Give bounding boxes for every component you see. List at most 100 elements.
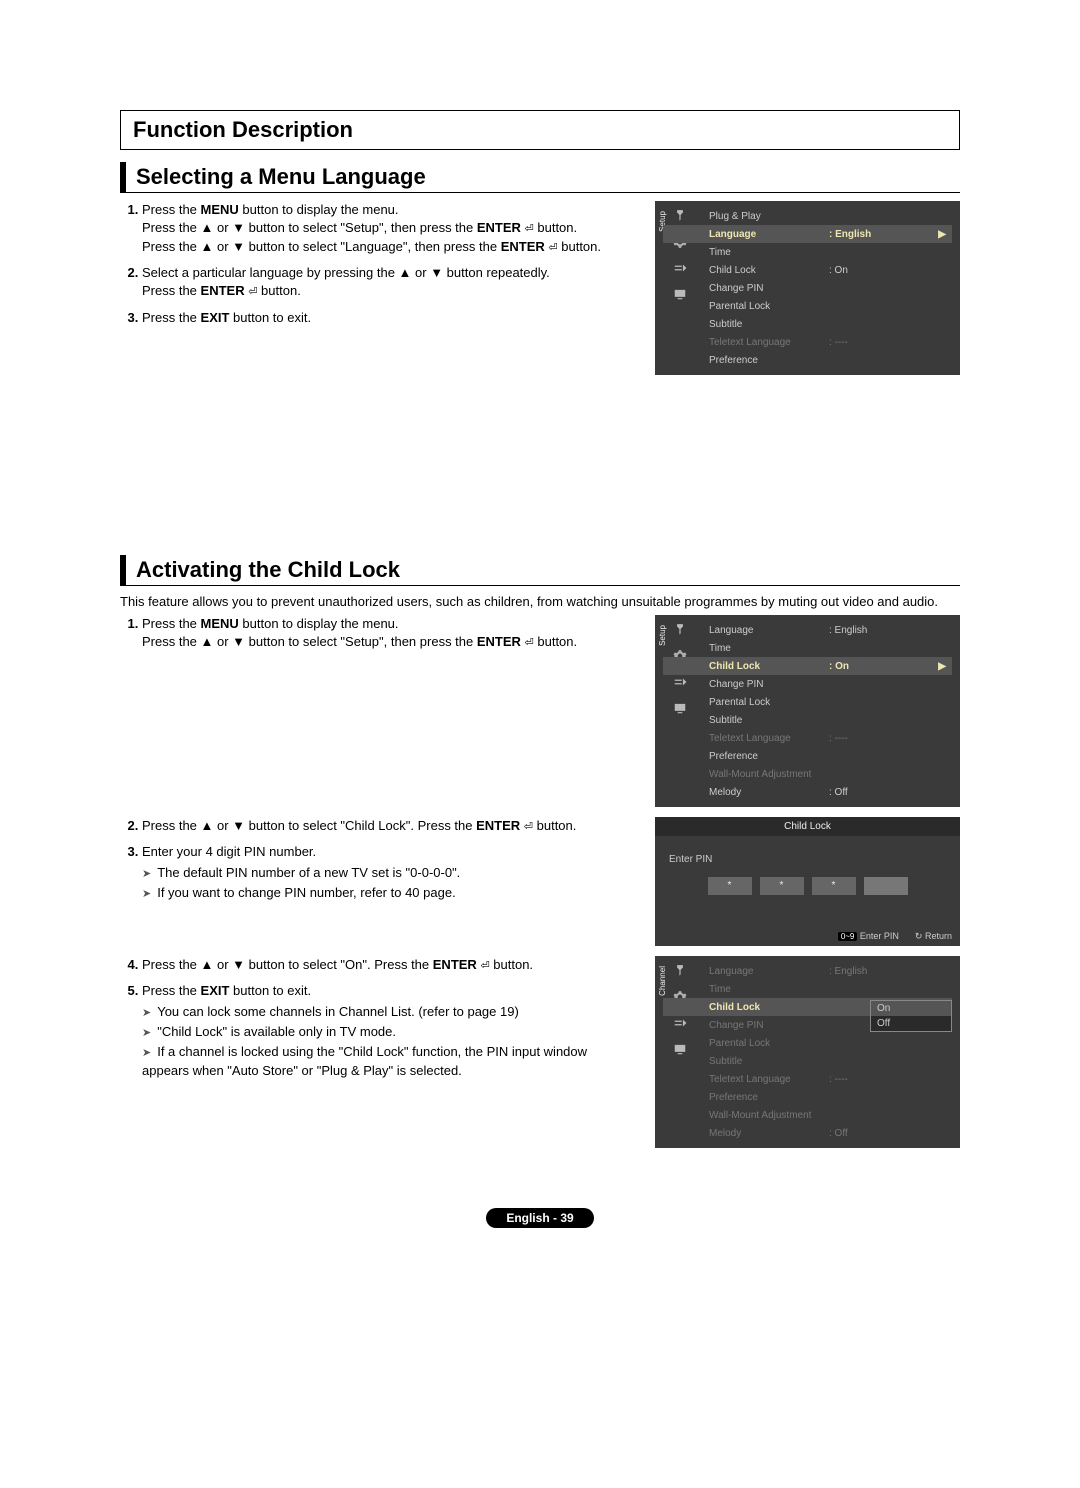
enter-icon: ⏎	[548, 242, 557, 254]
osd-row[interactable]: Change PIN	[663, 675, 952, 693]
pin-digit[interactable]: *	[812, 877, 856, 895]
osd-row-label: Language	[709, 625, 829, 636]
osd-row-label: Child Lock	[709, 1002, 829, 1013]
osd-row-label: Preference	[709, 355, 829, 366]
osd-row-value: : ----	[829, 1074, 848, 1085]
pin-enter-label: Enter PIN	[663, 852, 952, 867]
osd-row[interactable]: Preference	[663, 1088, 952, 1106]
osd-row-label: Teletext Language	[709, 733, 829, 744]
osd-row[interactable]: Language: English	[663, 621, 952, 639]
osd-row[interactable]: Child Lock: On	[663, 261, 952, 279]
enter-icon: ⏎	[525, 637, 534, 649]
osd-row[interactable]: Parental Lock	[663, 297, 952, 315]
osd-row-label: Change PIN	[709, 283, 829, 294]
osd-row-label: Preference	[709, 751, 829, 762]
osd-row-label: Child Lock	[709, 265, 829, 276]
osd-row-label: Time	[709, 247, 829, 258]
osd-row[interactable]: Parental Lock	[663, 1034, 952, 1052]
osd-row[interactable]: Subtitle	[663, 315, 952, 333]
osd-row-label: Subtitle	[709, 319, 829, 330]
osd-row-value: : ----	[829, 337, 848, 348]
pin-digit[interactable]: *	[708, 877, 752, 895]
function-description-title: Function Description	[120, 110, 960, 150]
osd-row-label: Preference	[709, 1092, 829, 1103]
osd-row-label: Child Lock	[709, 661, 829, 672]
osd-row[interactable]: Melody: Off	[663, 1124, 952, 1142]
osd-row[interactable]: Time	[663, 980, 952, 998]
note: If you want to change PIN number, refer …	[142, 884, 635, 902]
instructions-childlock-2: Press the ▲ or ▼ button to select "Child…	[120, 817, 635, 910]
osd-row[interactable]: Subtitle	[663, 711, 952, 729]
osd-row[interactable]: Child Lock: On	[663, 657, 952, 675]
pin-footer: 0~9 Enter PIN ↻ Return	[663, 925, 952, 942]
step-1: Press the MENU button to display the men…	[142, 201, 635, 256]
osd-row[interactable]: Preference	[663, 747, 952, 765]
instructions-childlock-3: Press the ▲ or ▼ button to select "On". …	[120, 956, 635, 1088]
osd-row-label: Wall-Mount Adjustment	[709, 1110, 829, 1121]
page-footer: English - 39	[120, 1208, 960, 1228]
osd-row[interactable]: Teletext Language: ----	[663, 333, 952, 351]
enter-icon: ⏎	[525, 223, 534, 235]
osd-row[interactable]: Plug & Play	[663, 207, 952, 225]
step-3: Press the EXIT button to exit.	[142, 309, 635, 327]
enter-icon: ⏎	[524, 821, 533, 833]
osd-row[interactable]: Subtitle	[663, 1052, 952, 1070]
childlock-dropdown[interactable]: On Off	[870, 1000, 952, 1032]
cl-step-1: Press the MENU button to display the men…	[142, 615, 635, 652]
cl-step-2: Press the ▲ or ▼ button to select "Child…	[142, 817, 635, 835]
pin-digits[interactable]: * * *	[663, 877, 952, 895]
osd-row-value: : On	[829, 661, 849, 672]
page-number: English - 39	[486, 1208, 593, 1228]
dropdown-option-off[interactable]: Off	[871, 1016, 951, 1031]
osd-row[interactable]: Preference	[663, 351, 952, 369]
cl-step-5: Press the EXIT button to exit. You can l…	[142, 982, 635, 1080]
pin-digit[interactable]	[864, 877, 908, 895]
osd-row-label: Teletext Language	[709, 337, 829, 348]
osd-channel-childlock: Channel On Off Language: EnglishTimeChil…	[655, 956, 960, 1148]
osd-row-value: : English	[829, 625, 867, 636]
osd-row[interactable]: Language: English	[663, 962, 952, 980]
keys-hint: 0~9	[838, 932, 858, 941]
dropdown-option-on[interactable]: On	[871, 1001, 951, 1016]
osd-row-value: : English	[829, 966, 867, 977]
osd-row[interactable]: Melody: Off	[663, 783, 952, 801]
osd-row-value: : Off	[829, 1128, 848, 1139]
osd-row-label: Wall-Mount Adjustment	[709, 769, 829, 780]
return-icon: ↻	[915, 931, 923, 941]
osd-row-label: Plug & Play	[709, 211, 829, 222]
osd-row[interactable]: Change PIN	[663, 279, 952, 297]
osd-pin-entry: Child Lock Enter PIN * * * 0~9 Enter PIN…	[655, 817, 960, 946]
osd-row-value: : On	[829, 265, 848, 276]
osd-row-label: Change PIN	[709, 1020, 829, 1031]
step-2: Select a particular language by pressing…	[142, 264, 635, 301]
note: You can lock some channels in Channel Li…	[142, 1003, 635, 1021]
osd-row-label: Time	[709, 643, 829, 654]
cl-step-4: Press the ▲ or ▼ button to select "On". …	[142, 956, 635, 974]
section-title-childlock: Activating the Child Lock	[120, 555, 960, 586]
instructions-language: Press the MENU button to display the men…	[120, 201, 635, 335]
osd-row[interactable]: Teletext Language: ----	[663, 1070, 952, 1088]
osd-row[interactable]: Wall-Mount Adjustment	[663, 765, 952, 783]
pin-digit[interactable]: *	[760, 877, 804, 895]
instructions-childlock-1: Press the MENU button to display the men…	[120, 615, 635, 660]
osd-row-label: Parental Lock	[709, 301, 829, 312]
osd-row[interactable]: Time	[663, 639, 952, 657]
pin-title: Child Lock	[655, 817, 960, 836]
osd-row-value: : English	[829, 229, 871, 240]
note: If a channel is locked using the "Child …	[142, 1043, 635, 1080]
osd-row[interactable]: Teletext Language: ----	[663, 729, 952, 747]
enter-icon: ⏎	[480, 960, 489, 972]
note: The default PIN number of a new TV set i…	[142, 864, 635, 882]
osd-row[interactable]: Language: English	[663, 225, 952, 243]
osd-row-label: Teletext Language	[709, 1074, 829, 1085]
section-title-language: Selecting a Menu Language	[120, 162, 960, 193]
osd-row-label: Change PIN	[709, 679, 829, 690]
osd-row-value: : Off	[829, 787, 848, 798]
note: "Child Lock" is available only in TV mod…	[142, 1023, 635, 1041]
osd-row[interactable]: Parental Lock	[663, 693, 952, 711]
osd-row-label: Subtitle	[709, 715, 829, 726]
osd-setup-childlock: Setup Language: EnglishTimeChild Lock: O…	[655, 615, 960, 807]
osd-row[interactable]: Wall-Mount Adjustment	[663, 1106, 952, 1124]
osd-row-label: Parental Lock	[709, 1038, 829, 1049]
osd-row[interactable]: Time	[663, 243, 952, 261]
